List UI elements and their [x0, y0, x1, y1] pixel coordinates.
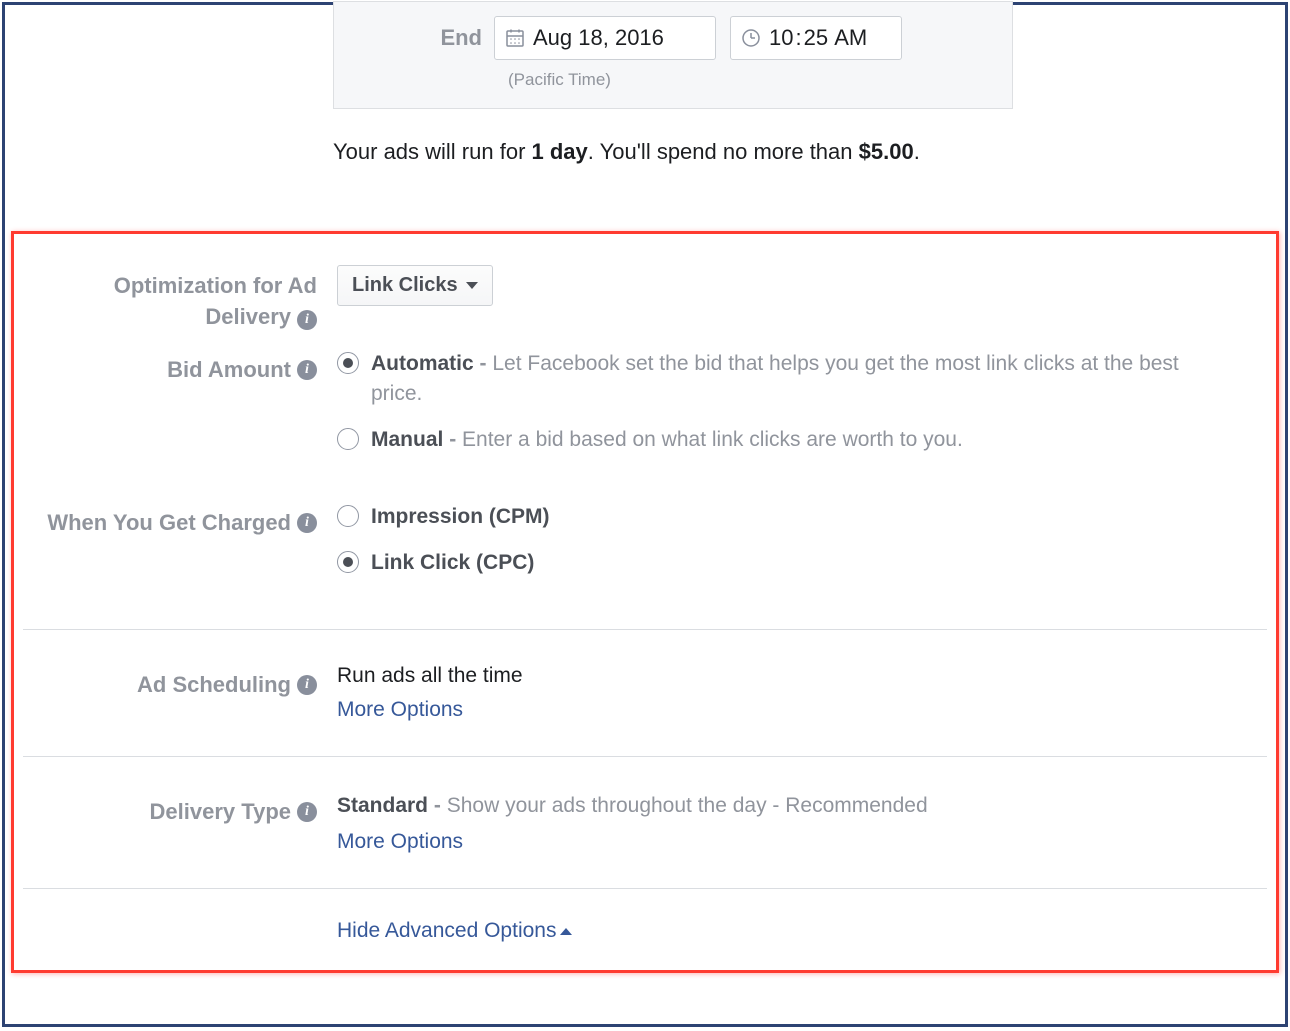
delivery-type-label: Delivery Type i — [5, 791, 317, 828]
info-icon[interactable]: i — [297, 675, 317, 695]
ad-scheduling-row: Ad Scheduling i Run ads all the time Mor… — [5, 656, 1285, 730]
ad-scheduling-more-options-link[interactable]: More Options — [337, 698, 1225, 722]
schedule-end-row: End Aug 18, 2016 10:25 AM — [334, 2, 1012, 68]
optimization-dropdown[interactable]: Link Clicks — [337, 265, 493, 306]
charged-row: When You Get Charged i Impression (CPM) … — [5, 494, 1285, 603]
advanced-options-area: Optimization for Ad Delivery i Link Clic… — [5, 257, 1285, 943]
schedule-inputs: Aug 18, 2016 10:25 AM — [494, 16, 902, 60]
budget-summary: Your ads will run for 1 day. You'll spen… — [333, 139, 920, 165]
info-icon[interactable]: i — [297, 802, 317, 822]
chevron-up-icon — [560, 928, 572, 935]
optimization-row: Optimization for Ad Delivery i Link Clic… — [5, 257, 1285, 341]
schedule-section: End Aug 18, 2016 10:25 AM (Pacific Time) — [333, 1, 1013, 109]
info-icon[interactable]: i — [297, 310, 317, 330]
end-date-input[interactable]: Aug 18, 2016 — [494, 16, 716, 60]
info-icon[interactable]: i — [297, 513, 317, 533]
radio-button[interactable] — [337, 505, 359, 527]
charged-option-link-click[interactable]: Link Click (CPC) — [337, 548, 1225, 578]
divider — [23, 888, 1267, 889]
end-label: End — [334, 25, 494, 51]
clock-icon — [741, 28, 761, 48]
bid-amount-label: Bid Amount i — [5, 349, 317, 386]
optimization-label: Optimization for Ad Delivery i — [5, 265, 317, 333]
charged-label: When You Get Charged i — [5, 502, 317, 539]
ad-scheduling-value: Run ads all the time — [337, 664, 1225, 688]
radio-button[interactable] — [337, 352, 359, 374]
delivery-more-options-link[interactable]: More Options — [337, 830, 1225, 854]
form-panel: End Aug 18, 2016 10:25 AM (Pacific Time)… — [2, 2, 1288, 1027]
ad-scheduling-label: Ad Scheduling i — [5, 664, 317, 701]
divider — [23, 756, 1267, 757]
calendar-icon — [505, 28, 525, 48]
info-icon[interactable]: i — [297, 360, 317, 380]
end-time-input[interactable]: 10:25 AM — [730, 16, 902, 60]
bid-amount-row: Bid Amount i Automatic - Let Facebook se… — [5, 341, 1285, 480]
end-date-value: Aug 18, 2016 — [533, 25, 664, 51]
end-time-value: 10:25 AM — [769, 25, 867, 51]
hide-advanced-options-link[interactable]: Hide Advanced Options — [337, 919, 572, 942]
timezone-label: (Pacific Time) — [334, 70, 1012, 90]
radio-button[interactable] — [337, 428, 359, 450]
divider — [23, 629, 1267, 630]
hide-advanced-row: Hide Advanced Options — [5, 919, 1285, 943]
charged-option-impression[interactable]: Impression (CPM) — [337, 502, 1225, 532]
chevron-down-icon — [466, 282, 478, 289]
bid-option-manual[interactable]: Manual - Enter a bid based on what link … — [337, 425, 1225, 455]
radio-button[interactable] — [337, 551, 359, 573]
delivery-type-row: Delivery Type i Standard - Show your ads… — [5, 783, 1285, 862]
bid-option-automatic[interactable]: Automatic - Let Facebook set the bid tha… — [337, 349, 1225, 410]
